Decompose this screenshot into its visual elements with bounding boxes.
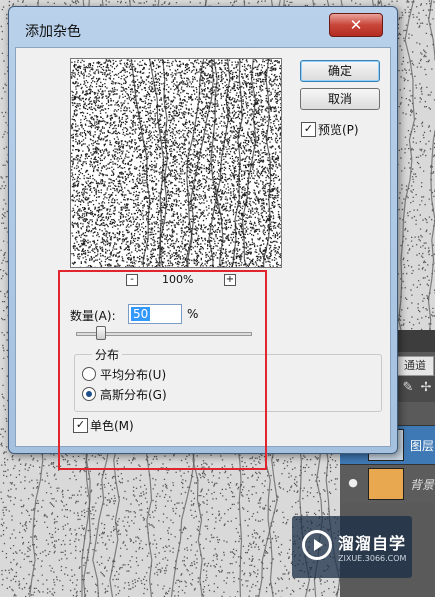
- brush-icon[interactable]: ✎: [400, 380, 416, 396]
- close-button[interactable]: ✕: [329, 13, 383, 37]
- preview-label: 预览(P): [318, 123, 359, 137]
- watermark-title: 溜溜自学: [338, 534, 407, 553]
- tab-channels[interactable]: 通道: [396, 356, 434, 376]
- move-icon[interactable]: ✢: [418, 380, 434, 396]
- layer-name: 图层: [410, 439, 435, 453]
- ok-button[interactable]: 确定: [300, 60, 380, 82]
- layer-name: 背景: [410, 478, 435, 492]
- layer-thumbnail: [368, 468, 404, 500]
- watermark: 溜溜自学 ZIXUE.3066.COM: [292, 516, 412, 578]
- cancel-button[interactable]: 取消: [300, 88, 380, 110]
- eye-icon[interactable]: ●: [346, 477, 360, 489]
- dialog-title: 添加杂色: [25, 24, 81, 40]
- play-logo-icon: [302, 530, 332, 560]
- preview-checkbox[interactable]: ✓: [301, 122, 316, 137]
- preview-image: [71, 59, 281, 267]
- layer-row-background[interactable]: ● 背景: [340, 464, 435, 503]
- watermark-url: ZIXUE.3066.COM: [338, 554, 407, 563]
- noise-preview[interactable]: [70, 58, 282, 268]
- highlight-box: [58, 270, 267, 470]
